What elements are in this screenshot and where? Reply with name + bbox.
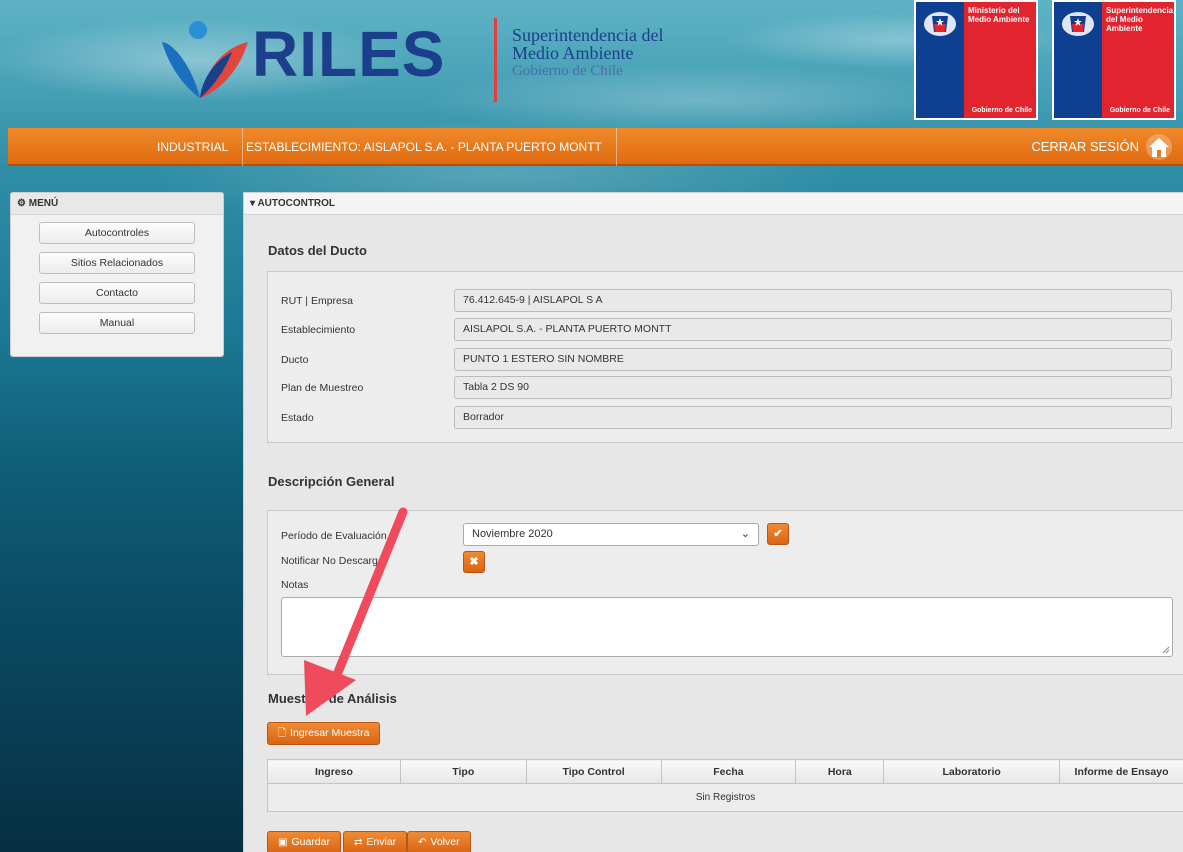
sidebar-title: MENÚ [28, 198, 59, 209]
col-laboratorio[interactable]: Laboratorio [883, 759, 1061, 784]
main-panel: ▾ AUTOCONTROL Datos del Ducto RUT | Empr… [243, 192, 1183, 852]
guardar-button[interactable]: ▣ Guardar [267, 831, 341, 852]
card2-title: Superintendencia del Medio Ambiente [1106, 6, 1174, 33]
descripcion-box: Período de Evaluación Noviembre 2020 ⌄ ✔… [267, 510, 1183, 675]
superintendencia-card: Superintendencia del Medio Ambiente Gobi… [1052, 0, 1176, 120]
col-hora[interactable]: Hora [795, 759, 885, 784]
send-icon: ⇄ [354, 837, 363, 848]
table-row: Sin Registros [267, 783, 1183, 812]
sidebar-item-contacto[interactable]: Contacto [39, 282, 195, 304]
card1-foot: Gobierno de Chile [971, 107, 1032, 114]
plan-field: Tabla 2 DS 90 [454, 376, 1172, 399]
riles-logo-icon [162, 21, 248, 98]
main-header: ▾ AUTOCONTROL [244, 193, 1183, 215]
establecimiento-label: Establecimiento [281, 324, 356, 336]
card1-title: Ministerio del Medio Ambiente [968, 6, 1030, 24]
col-tipo[interactable]: Tipo [399, 759, 527, 784]
rut-field: 76.412.645-9 | AISLAPOL S A [454, 289, 1172, 312]
confirm-periodo-button[interactable]: ✔ [767, 523, 789, 545]
logo-text: RILES [252, 18, 446, 90]
col-tipo-control[interactable]: Tipo Control [525, 759, 662, 784]
estado-label: Estado [281, 412, 314, 424]
descripcion-title: Descripción General [268, 474, 395, 489]
notificar-toggle-button[interactable]: ✖ [463, 551, 485, 573]
check-icon: ✔ [773, 528, 783, 540]
periodo-label: Período de Evaluación [281, 530, 387, 542]
sidebar-menu: ⚙ MENÚ Autocontroles Sitios Relacionados… [10, 192, 224, 357]
logout-link[interactable]: CERRAR SESIÓN [1031, 128, 1139, 166]
sidebar-item-manual[interactable]: Manual [39, 312, 195, 334]
ingresar-label: Ingresar Muestra [290, 727, 370, 739]
ingresar-muestra-button[interactable]: 🗋 Ingresar Muestra [267, 722, 381, 745]
ducto-field: PUNTO 1 ESTERO SIN NOMBRE [454, 348, 1172, 371]
col-fecha[interactable]: Fecha [660, 759, 797, 784]
caret-down-icon: ▾ [250, 198, 256, 209]
org-name: Superintendencia del Medio Ambiente Gobi… [512, 26, 663, 80]
muestras-table: Ingreso Tipo Tipo Control Fecha Hora Lab… [267, 759, 1183, 812]
close-icon: ✖ [469, 556, 479, 568]
coat-of-arms-icon [1062, 12, 1094, 36]
datos-title: Datos del Ducto [268, 243, 367, 258]
chevron-down-icon: ⌄ [740, 528, 750, 540]
notificar-label: Notificar No Descarga [281, 555, 384, 567]
sidebar-item-autocontroles[interactable]: Autocontroles [39, 222, 195, 244]
sidebar-item-sitios-relacionados[interactable]: Sitios Relacionados [39, 252, 195, 274]
enviar-label: Enviar [366, 836, 397, 848]
muestras-title: Muestras de Análisis [268, 691, 397, 706]
datos-box: RUT | Empresa 76.412.645-9 | AISLAPOL S … [267, 271, 1183, 443]
rut-label: RUT | Empresa [281, 295, 353, 307]
site-header: RILES Superintendencia del Medio Ambient… [0, 0, 1183, 128]
card2-foot: Gobierno de Chile [1109, 107, 1170, 114]
org-line2: Medio Ambiente [512, 43, 634, 63]
nav-industrial[interactable]: INDUSTRIAL [143, 128, 244, 166]
establecimiento-field: AISLAPOL S.A. - PLANTA PUERTO MONTT [454, 318, 1172, 341]
estado-field: Borrador [454, 406, 1172, 429]
org-line3: Gobierno de Chile [512, 63, 623, 79]
logo-separator [494, 18, 497, 102]
new-document-icon: 🗋 [278, 728, 287, 739]
back-icon: ↶ [418, 837, 427, 848]
main-title: AUTOCONTROL [257, 198, 336, 209]
ducto-label: Ducto [281, 354, 309, 366]
periodo-value: Noviembre 2020 [472, 528, 553, 540]
home-icon[interactable] [1145, 133, 1173, 161]
notas-label: Notas [281, 579, 309, 591]
ministerio-card: Ministerio del Medio Ambiente Gobierno d… [914, 0, 1038, 120]
save-icon: ▣ [278, 837, 288, 848]
coat-of-arms-icon [924, 12, 956, 36]
table-header-row: Ingreso Tipo Tipo Control Fecha Hora Lab… [267, 759, 1183, 784]
notas-textarea[interactable] [281, 597, 1173, 657]
plan-label: Plan de Muestreo [281, 382, 364, 394]
col-ingreso[interactable]: Ingreso [267, 759, 401, 784]
sidebar-header: ⚙ MENÚ [11, 193, 223, 215]
nav-establecimiento[interactable]: ESTABLECIMIENTO: AISLAPOL S.A. - PLANTA … [232, 128, 617, 166]
gear-icon: ⚙ [17, 198, 26, 209]
resize-grip-icon[interactable] [1162, 646, 1170, 654]
periodo-select[interactable]: Noviembre 2020 ⌄ [463, 523, 759, 546]
volver-button[interactable]: ↶ Volver [407, 831, 471, 852]
volver-label: Volver [430, 836, 460, 848]
org-line1: Superintendencia del [512, 25, 664, 45]
top-navbar: INDUSTRIAL ESTABLECIMIENTO: AISLAPOL S.A… [8, 128, 1183, 166]
enviar-button[interactable]: ⇄ Enviar [343, 831, 408, 852]
col-informe[interactable]: Informe de Ensayo [1059, 759, 1183, 784]
empty-message: Sin Registros [267, 783, 1183, 812]
guardar-label: Guardar [291, 836, 330, 848]
